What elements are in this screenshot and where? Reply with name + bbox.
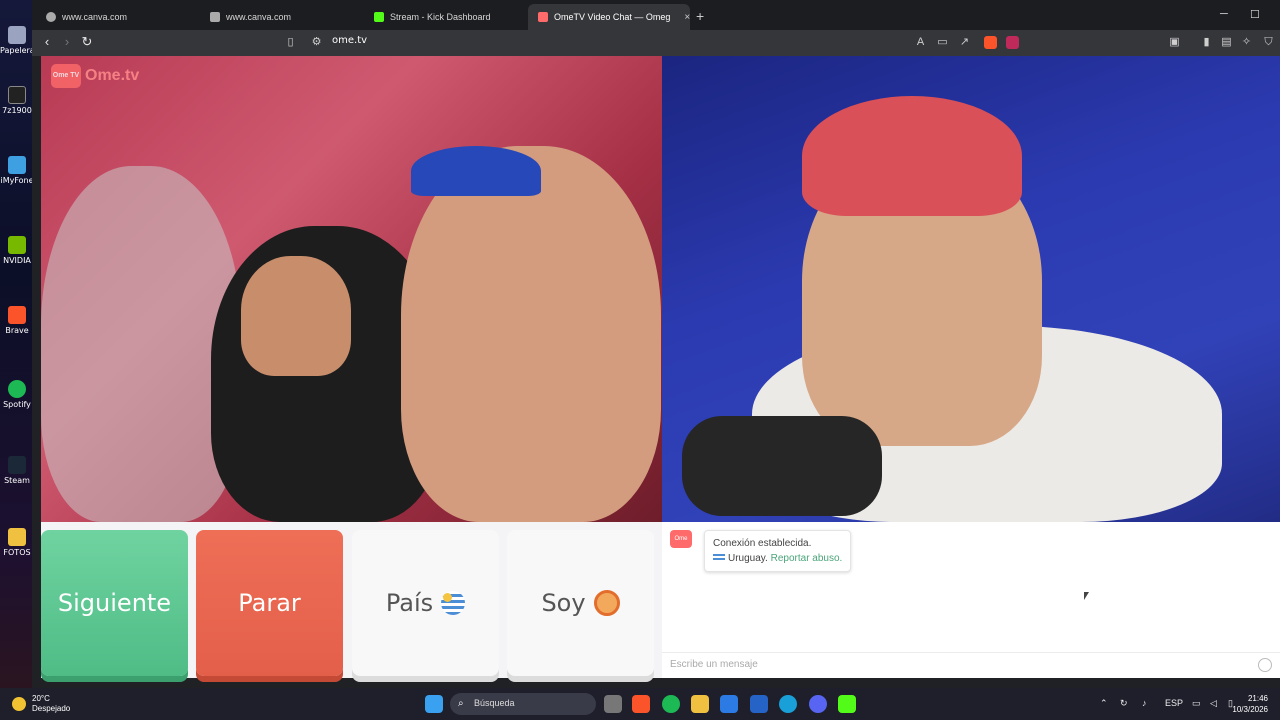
maximize-button[interactable]: ☐: [1250, 8, 1260, 21]
browser-toolbar: ‹ › ↻ ▯ ⚙ ome.tv A ▭ ↗ ▣ ▮ ▤ ✧ ⛉: [32, 30, 1280, 56]
ometv-logo[interactable]: Ome TV Ome.tv: [51, 64, 139, 88]
recycle-bin-icon: [8, 26, 26, 44]
connection-status: Conexión establecida.: [713, 538, 812, 549]
mouse-cursor-icon: [1084, 592, 1089, 600]
folder-icon: [8, 528, 26, 546]
share-icon[interactable]: ↗: [958, 36, 971, 49]
taskbar-search[interactable]: ⌕ Búsqueda: [450, 693, 596, 715]
country-button[interactable]: País: [352, 530, 499, 676]
kick-icon: [374, 12, 384, 22]
desktop-background: Papelera de reciclaje 7z1900 iMyFone NVI…: [0, 0, 34, 688]
desktop-icon-spotify[interactable]: Spotify: [0, 380, 34, 409]
moon-icon: [12, 697, 26, 711]
translate-icon[interactable]: A: [914, 36, 927, 49]
ometv-avatar: Ome TV: [670, 530, 692, 560]
video-figure: [682, 416, 882, 516]
store-icon[interactable]: [750, 695, 768, 713]
brave-shields-icon[interactable]: [984, 36, 997, 49]
spotify-taskbar-icon[interactable]: [662, 695, 680, 713]
archive-icon: [8, 86, 26, 104]
desktop-icon-steam[interactable]: Steam: [0, 456, 34, 485]
network-icon[interactable]: ▭: [1192, 698, 1201, 709]
video-figure: [401, 146, 661, 522]
edge-icon[interactable]: [779, 695, 797, 713]
message-input[interactable]: Escribe un mensaje: [662, 652, 1280, 678]
file-explorer-icon[interactable]: [691, 695, 709, 713]
mail-icon[interactable]: [720, 695, 738, 713]
brave-rewards-icon[interactable]: [1006, 36, 1019, 49]
spotify-icon: [8, 380, 26, 398]
discord-icon[interactable]: [809, 695, 827, 713]
desktop-icon-7zip[interactable]: 7z1900: [0, 86, 34, 115]
reload-icon[interactable]: ↻: [78, 34, 96, 50]
vpn-icon[interactable]: ⛉: [1262, 36, 1275, 49]
ometv-page: Ome TV Ome.tv Siguiente Parar País Soy O…: [41, 56, 1280, 678]
task-view-icon[interactable]: [604, 695, 622, 713]
steam-icon: [8, 456, 26, 474]
woman-icon: [593, 590, 620, 616]
emoji-icon[interactable]: [1258, 658, 1272, 672]
address-bar[interactable]: ome.tv: [332, 35, 367, 46]
desktop-icon-recycle-bin[interactable]: Papelera de reciclaje: [0, 26, 34, 55]
next-button[interactable]: Siguiente: [41, 530, 188, 676]
kick-taskbar-icon[interactable]: [838, 695, 856, 713]
gender-button[interactable]: Soy: [507, 530, 654, 676]
taskbar-clock[interactable]: 21:46 10/3/2026: [1232, 693, 1268, 715]
wallet-icon[interactable]: ▤: [1220, 36, 1233, 49]
video-figure: [411, 146, 541, 196]
system-message: Conexión establecida. Uruguay. Reportar …: [704, 530, 852, 572]
start-icon[interactable]: [425, 695, 443, 713]
desktop-icon-fotos[interactable]: FOTOS: [0, 528, 34, 557]
new-tab-button[interactable]: +: [696, 8, 704, 24]
uruguay-flag-icon: [713, 552, 725, 562]
browser-window: www.canva.com www.canva.com Stream - Kic…: [32, 0, 1280, 688]
weather-widget[interactable]: 20°C Despejado: [12, 694, 70, 714]
partner-video: Ome TV Ome.tv: [41, 56, 662, 522]
language-indicator[interactable]: ESP: [1165, 698, 1183, 708]
page-icon: [210, 12, 220, 22]
tv-logo-icon: Ome TV: [51, 64, 81, 88]
logo-text: Ome.tv: [85, 67, 140, 84]
tab-canva-2[interactable]: www.canva.com: [200, 6, 360, 28]
nvidia-icon: [8, 236, 26, 254]
site-info-icon[interactable]: ⚙: [310, 36, 323, 49]
tab-bar: www.canva.com www.canva.com Stream - Kic…: [32, 0, 1280, 32]
sidebar-icon[interactable]: ▮: [1200, 36, 1213, 49]
bookmark-icon[interactable]: ▯: [284, 36, 297, 49]
sync-icon[interactable]: ↻: [1120, 698, 1128, 709]
imyfone-icon: [8, 156, 26, 174]
desktop-icon-imyfone[interactable]: iMyFone: [0, 156, 34, 185]
volume-icon[interactable]: ◁: [1210, 698, 1217, 709]
chat-panel: Ome TV Conexión establecida. Uruguay. Re…: [662, 522, 1280, 678]
partner-country: Uruguay.: [728, 553, 768, 564]
stop-button[interactable]: Parar: [196, 530, 343, 676]
forward-arrow-icon[interactable]: ›: [58, 34, 76, 49]
report-abuse-link[interactable]: Reportar abuso.: [771, 553, 843, 564]
globe-icon: [46, 12, 56, 22]
tab-kick-dashboard[interactable]: Stream - Kick Dashboard: [364, 6, 529, 28]
tab-close-icon[interactable]: ×: [684, 12, 690, 23]
leo-ai-icon[interactable]: ✧: [1240, 36, 1253, 49]
tab-canva-1[interactable]: www.canva.com: [36, 6, 196, 28]
desktop-icon-nvidia[interactable]: NVIDIA: [0, 236, 34, 265]
windows-taskbar: 20°C Despejado ⌕ Búsqueda ⌃ ↻ ♪ ESP ▭ ◁ ▯ …: [0, 688, 1280, 720]
microphone-icon[interactable]: ♪: [1142, 698, 1147, 708]
search-icon: ⌕: [458, 698, 464, 709]
brave-taskbar-icon[interactable]: [632, 695, 650, 713]
cast-icon[interactable]: ▭: [936, 36, 949, 49]
desktop-icon-brave[interactable]: Brave: [0, 306, 34, 335]
video-figure: [241, 256, 351, 376]
uruguay-flag-icon: [441, 591, 466, 615]
self-video: [662, 56, 1280, 522]
minimize-button[interactable]: ─: [1220, 8, 1228, 20]
video-figure: [802, 96, 1022, 216]
screenshot-icon[interactable]: ▣: [1168, 36, 1181, 49]
back-arrow-icon[interactable]: ‹: [38, 34, 56, 49]
brave-icon: [8, 306, 26, 324]
tab-ometv[interactable]: OmeTV Video Chat — Omeg ×: [528, 4, 690, 30]
ometv-favicon: [538, 12, 548, 22]
tray-overflow-icon[interactable]: ⌃: [1100, 698, 1108, 709]
